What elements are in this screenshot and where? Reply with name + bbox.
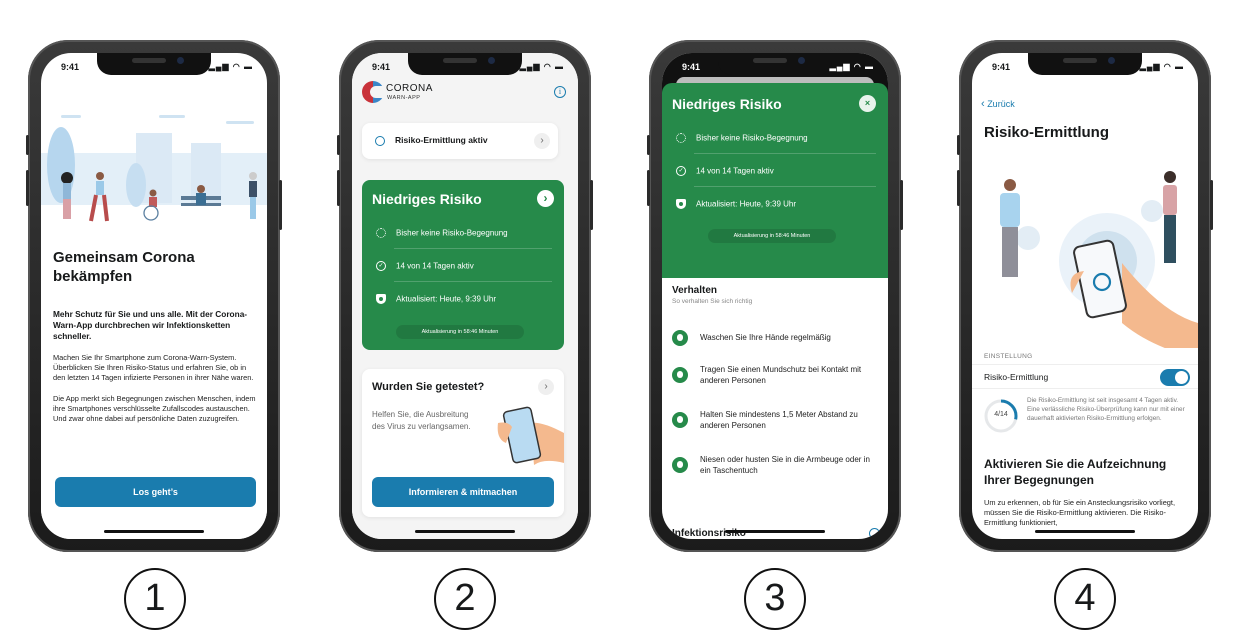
risk-row-encounters: Bisher keine Risiko-Begegnung [374,216,552,249]
sneeze-icon [672,457,688,473]
status-time: 9:41 [992,62,1011,72]
risk-tracing-setting-row: Risiko-Ermittlung [972,364,1198,389]
setting-label: Risiko-Ermittlung [984,372,1049,382]
risk-card[interactable]: Niedriges Risiko › Bisher keine Risiko-B… [362,180,564,350]
settings-section-label: EINSTELLUNG [984,353,1033,360]
hand-wash-icon [672,330,688,346]
behavior-item: Tragen Sie einen Mundschutz bei Kontakt … [672,364,880,386]
status-icons: ▂▄▆ ◠ ▬ [519,62,564,71]
logo-subtext: WARN-APP [387,95,421,101]
update-countdown: Aktualisierung in 58:46 Minuten [708,229,836,243]
risk-row-encounters: Bisher keine Risiko-Begegnung [674,121,876,154]
behavior-item: Waschen Sie Ihre Hände regelmäßig [672,330,880,346]
tracing-ring-icon [375,136,385,146]
tracing-status-label: Risiko-Ermittlung aktiv [395,135,488,145]
shield-icon [376,293,386,304]
inform-participate-button[interactable]: Informieren & mitmachen [372,477,554,507]
logo-text: CORONA [386,83,433,94]
home-indicator [1035,530,1135,533]
chevron-left-icon: ‹ [981,98,985,110]
lets-go-button[interactable]: Los geht’s [55,477,256,507]
risk-title: Niedriges Risiko [372,191,482,207]
people-in-park-illustration [41,115,267,222]
check-circle-icon: ✓ [676,165,686,176]
step-number-4: 4 [1054,568,1116,630]
shield-icon [676,198,686,209]
chevron-right-icon[interactable]: › [538,379,554,395]
step-number-3: 3 [744,568,806,630]
tracing-status-card[interactable]: Risiko-Ermittlung aktiv › [362,123,558,159]
section-heading: Aktivieren Sie die Aufzeichnung Ihrer Be… [984,457,1167,487]
test-card[interactable]: Wurden Sie getestet? › Helfen Sie, die A… [362,369,564,517]
home-indicator [725,530,825,533]
back-button[interactable]: ‹ Zurück [981,98,1015,110]
distance-icon [672,412,688,428]
phone-onboarding: 9:41 ▂▄▆ ◠ ▬ Gemeinsam Corona bekämpfen … [26,40,282,552]
status-time: 9:41 [682,62,701,72]
status-icons: ▂▄▆ ◠ ▬ [208,62,253,71]
phone-home: 9:41 ▂▄▆ ◠ ▬ CORONA WARN-APP i Risiko-Er… [337,40,593,552]
chevron-right-icon[interactable]: › [537,190,554,207]
status-time: 9:41 [61,62,80,72]
onboarding-paragraph: Die App merkt sich Begegnungen zwischen … [53,393,256,424]
behavior-section: Verhalten So verhalten Sie sich richtig … [662,278,888,539]
info-icon[interactable]: i [554,86,566,98]
onboarding-lead: Mehr Schutz für Sie und uns alle. Mit de… [53,309,248,341]
page-title: Risiko-Ermittlung [984,124,1110,141]
home-indicator [415,530,515,533]
onboarding-title: Gemeinsam Corona bekämpfen [53,249,195,285]
app-logo-icon [362,81,386,103]
home-screen: 9:41 ▂▄▆ ◠ ▬ CORONA WARN-APP i Risiko-Er… [352,53,578,539]
onboarding-paragraph: Machen Sie Ihr Smartphone zum Corona-War… [53,353,254,383]
status-bar: 9:41 ▂▄▆ ◠ ▬ [972,53,1198,77]
risk-title: Niedriges Risiko [672,96,782,112]
risk-detail-screen: 9:41 ▂▄▆ ◠ ▬ Niedriges Risiko × Bisher k… [662,53,888,539]
status-bar: 9:41 ▂▄▆ ◠ ▬ [41,53,267,77]
tracing-illustration [1000,171,1198,348]
behavior-item: Niesen oder husten Sie in die Armbeuge o… [672,454,880,476]
behavior-item: Halten Sie mindestens 1,5 Meter Abstand … [672,409,880,431]
encounter-icon [376,227,386,238]
behavior-title: Verhalten [672,285,718,296]
status-icons: ▂▄▆ ◠ ▬ [829,62,874,71]
status-time: 9:41 [372,62,391,72]
status-icons: ▂▄▆ ◠ ▬ [1139,62,1184,71]
behavior-subtitle: So verhalten Sie sich richtig [672,298,753,305]
risk-row-updated: Aktualisiert: Heute, 9:39 Uhr [674,187,876,220]
onboarding-screen: 9:41 ▂▄▆ ◠ ▬ Gemeinsam Corona bekämpfen … [41,53,267,539]
step-number-1: 1 [124,568,186,630]
test-card-text: Helfen Sie, die Ausbreitung des Virus zu… [372,410,471,431]
corona-warn-app-logo: CORONA WARN-APP [362,81,432,105]
update-countdown: Aktualisierung in 58:46 Minuten [396,325,524,339]
chevron-right-icon[interactable]: › [534,133,550,149]
risk-row-days-active: ✓ 14 von 14 Tagen aktiv [374,249,552,282]
risk-row-updated: Aktualisiert: Heute, 9:39 Uhr [374,282,552,315]
section-body: Um zu erkennen, ob für Sie ein Ansteckun… [984,498,1176,527]
mask-icon [672,367,688,383]
risk-detail-header: Niedriges Risiko × Bisher keine Risiko-B… [662,83,888,278]
phone-risk-detail: 9:41 ▂▄▆ ◠ ▬ Niedriges Risiko × Bisher k… [647,40,903,552]
risk-tracing-screen: 9:41 ▂▄▆ ◠ ▬ ‹ Zurück Risiko-Ermittlung … [972,53,1198,539]
check-circle-icon: ✓ [376,260,386,271]
test-card-title: Wurden Sie getestet? [372,381,485,393]
risk-row-days-active: ✓ 14 von 14 Tagen aktiv [674,154,876,187]
progress-description: Die Risiko-Ermittlung ist seit insgesamt… [1027,397,1185,422]
hand-with-phone-illustration [497,406,564,465]
risk-tracing-toggle[interactable] [1160,369,1190,386]
status-bar: 9:41 ▂▄▆ ◠ ▬ [662,53,888,77]
active-days-progress: 4/14 [984,399,1018,433]
home-indicator [104,530,204,533]
info-icon[interactable] [869,528,880,539]
close-icon[interactable]: × [859,95,876,112]
phone-risk-tracing: 9:41 ▂▄▆ ◠ ▬ ‹ Zurück Risiko-Ermittlung … [957,40,1213,552]
encounter-icon [676,132,686,143]
progress-text: 4/14 [994,411,1008,418]
step-number-2: 2 [434,568,496,630]
onboarding-body: Machen Sie Ihr Smartphone zum Corona-War… [53,353,258,434]
status-bar: 9:41 ▂▄▆ ◠ ▬ [352,53,578,77]
